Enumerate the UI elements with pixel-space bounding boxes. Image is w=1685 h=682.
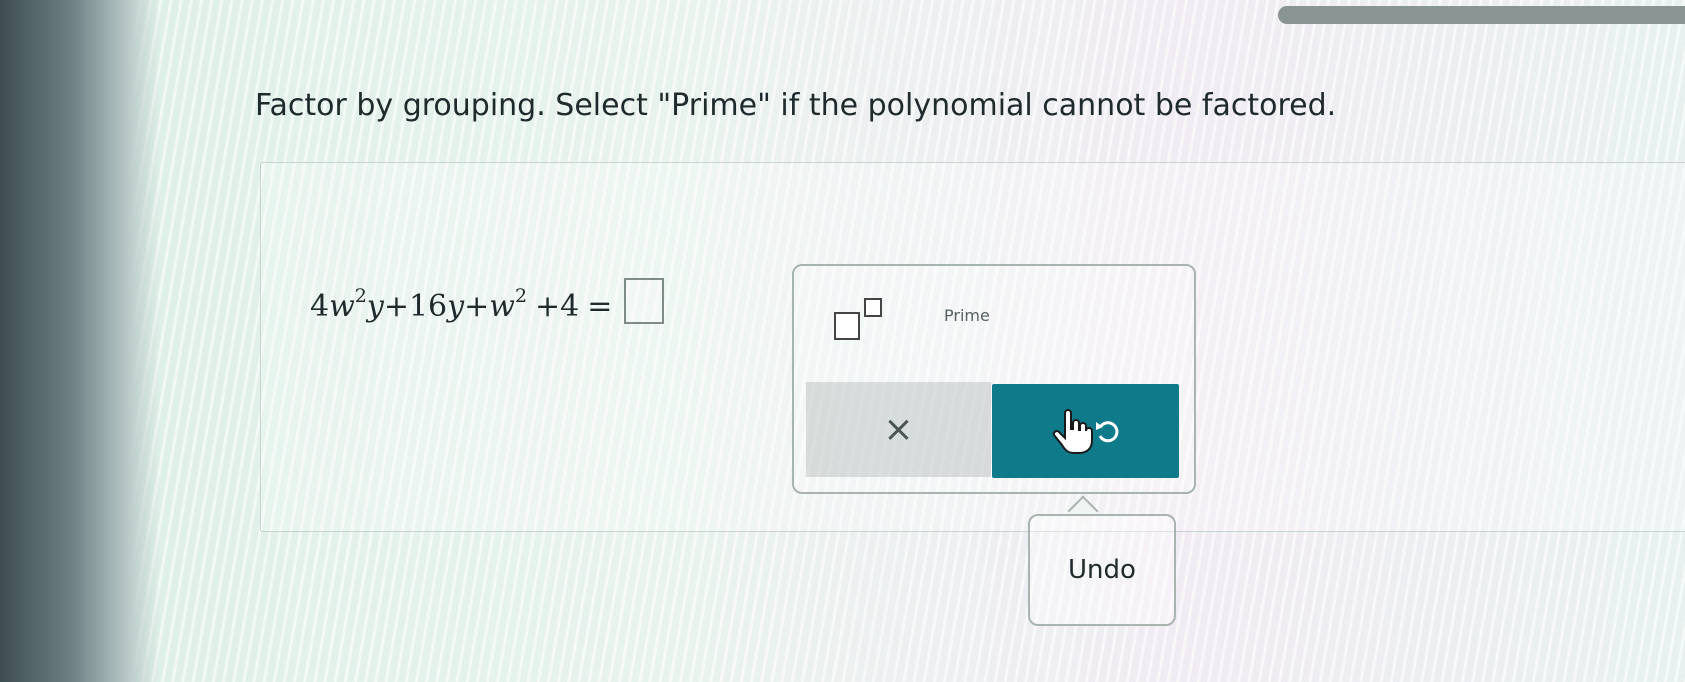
answer-input-box[interactable] [624, 278, 665, 324]
prime-button[interactable]: Prime [944, 306, 990, 325]
exponent-button[interactable] [834, 298, 894, 340]
term1-variable-y: y [366, 289, 384, 324]
term1-exponent: 2 [354, 285, 367, 307]
term1-coefficient: 4 [310, 289, 330, 324]
exponent-template-icon [834, 312, 860, 340]
progress-bar [1278, 6, 1685, 24]
term1-variable-w: w [329, 289, 355, 324]
operator-plus: + [383, 289, 409, 324]
operator-plus: + [464, 289, 490, 324]
polynomial-equation: 4 w 2 y + 16 y + w 2 + 4 = [310, 270, 665, 324]
undo-tooltip: Undo [1028, 514, 1176, 626]
operator-plus: + [535, 289, 561, 324]
term2-coefficient: 16 [408, 289, 448, 324]
hand-pointer-icon [1052, 409, 1093, 454]
undo-tooltip-label: Undo [1068, 555, 1136, 585]
term2-variable-y: y [447, 289, 465, 324]
close-icon: × [883, 409, 914, 450]
undo-button[interactable] [992, 384, 1179, 478]
clear-button[interactable]: × [806, 382, 991, 477]
undo-icon [1095, 421, 1118, 443]
term4-constant: 4 [560, 289, 580, 324]
screen-bezel [0, 0, 160, 682]
question-instructions: Factor by grouping. Select "Prime" if th… [255, 88, 1337, 123]
term3-variable-w: w [489, 289, 515, 324]
term3-exponent: 2 [514, 285, 528, 307]
math-toolbox: Prime × [792, 264, 1196, 494]
equals-sign: = [587, 289, 613, 324]
exponent-superscript-icon [864, 298, 882, 317]
